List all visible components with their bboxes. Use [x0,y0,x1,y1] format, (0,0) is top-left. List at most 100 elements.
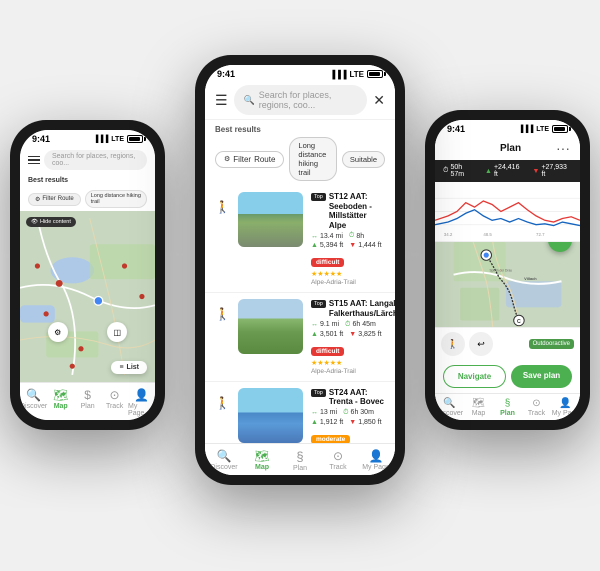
center-battery [367,70,383,78]
center-nav-discover[interactable]: 🔍 Discover [205,449,243,472]
left-nav-map[interactable]: 🗺 Map [47,388,74,417]
outdooractive-badge: Outdooractive [529,339,574,349]
menu-icon[interactable]: ☰ [215,92,228,109]
center-signal: ▐▐▐ [329,70,346,79]
clock-icon-2: ⏱ [345,321,350,329]
left-bottom-icons: ⚙ ◫ [20,322,155,342]
left-nav-plan[interactable]: $ Plan [74,388,101,417]
svg-text:48.5: 48.5 [483,232,492,237]
more-btn[interactable]: ··· [556,140,570,156]
right-discover-icon: 🔍 [443,398,455,409]
center-plan-label: Plan [293,465,307,472]
right-mypage-label: My Page [552,410,580,417]
right-nav-discover[interactable]: 🔍 Discover [435,398,464,417]
list-label: List [127,364,139,371]
trail-thumb-2 [238,299,303,354]
left-nav-discover[interactable]: 🔍 Discover [20,388,47,417]
duration-2: ⏱6h 45m [345,321,376,329]
right-nav-track[interactable]: ⊙ Track [522,398,551,417]
center-suitable-chip[interactable]: Suitable [342,151,385,168]
elev-up-1: ▲5,394 ft [311,242,343,249]
svg-text:Villach: Villach [524,276,537,281]
elev-down-icon-2: ▼ [349,331,356,338]
stars-1: ★★★★★ [311,270,385,278]
mypage-icon: 👤 [134,388,149,402]
left-bottom-nav: 🔍 Discover 🗺 Map $ Plan ⊙ Track [20,382,155,420]
dist-stat-icon: ▲ [485,168,492,175]
left-map: 👁 Hide content ≡ List ⚙ ◫ [20,211,155,382]
layers-icon-btn[interactable]: ◫ [107,322,127,342]
center-lte: LTE [349,70,364,79]
center-nav-plan[interactable]: § Plan [281,449,319,472]
trail-list: 🚶 Top ST12 AAT: Seeboden - Millstätter A… [205,186,395,443]
center-trail-chip[interactable]: Long distance hiking trail [289,137,336,181]
clock-icon-3: ⏱ [343,409,348,417]
trail-item-3[interactable]: 🚶 Top ST24 AAT: Trenta - Bovec ↔13 mi ⏱6… [205,382,395,443]
trail-item-2[interactable]: 🚶 Top ST15 AAT: Langalmtal - Falkerthaus… [205,293,395,381]
right-time: 9:41 [447,124,465,134]
center-filter-btn[interactable]: ⚙ Filter Route [215,151,284,168]
right-bottom-nav: 🔍 Discover 🗺 Map § Plan ⊙ Track [435,393,580,420]
trail-name-2: ST15 AAT: Langalmtal - Falkerthaus/Lärch… [329,299,395,318]
center-header: ☰ 🔍 Search for places, regions, coo... ✕ [205,81,395,120]
svg-text:Spit in der Drau: Spit in der Drau [490,268,513,272]
elev-up-icon: ▲ [311,242,318,249]
left-signal: ▐▐▐ [93,136,108,143]
left-filter-chip[interactable]: ⚙ Filter Route [28,193,81,206]
distance-3: ↔13 mi [311,409,337,417]
trail-elev-2: ▲3,501 ft ▼3,825 ft [311,331,385,338]
arrow-up-icon: ↔ [311,233,318,240]
center-status-icons: ▐▐▐ LTE [329,70,383,79]
left-lte: LTE [111,136,124,143]
left-trail-chip[interactable]: Long distance hiking trail [85,190,147,208]
trail-item[interactable]: 🚶 Top ST12 AAT: Seeboden - Millstätter A… [205,186,395,293]
trail-thumb-3 [238,388,303,443]
hamburger-icon[interactable] [28,156,40,165]
center-nav-track[interactable]: ⊙ Track [319,449,357,472]
right-phone: 9:41 ▐▐▐ LTE Plan ··· ⏱ [425,110,590,430]
center-search[interactable]: 🔍 Search for places, regions, coo... [234,85,368,115]
center-discover-icon: 🔍 [217,449,232,463]
right-stats: ⏱ 50h 57m ▲ +24,416 ft ▼ +27,933 ft [435,160,580,182]
right-nav-map[interactable]: 🗺 Map [464,398,493,417]
hide-content-btn[interactable]: 👁 Hide content [26,217,76,227]
navigate-btn[interactable]: Navigate [443,365,506,388]
save-plan-btn[interactable]: Save plan [511,365,572,388]
eye-icon: 👁 [31,219,38,225]
center-plan-icon: § [296,449,303,464]
left-filter-row: ⚙ Filter Route Long distance hiking trai… [20,187,155,211]
elevation-svg: 34.2 48.5 72.7 [435,182,580,241]
center-best-results: Best results [205,120,395,137]
right-map-svg: B C Villach Spit in der Drau [435,242,580,327]
svg-text:72.7: 72.7 [536,232,545,237]
undo-action-btn[interactable]: ↩ [469,332,493,356]
source-1: Alpe-Adria-Trail [311,279,385,286]
list-btn[interactable]: ≡ List [111,361,147,374]
trail-name-row-2: Top ST15 AAT: Langalmtal - Falkerthaus/L… [311,299,385,318]
right-nav-plan[interactable]: § Plan [493,398,522,417]
elev-up-icon-3: ▲ [311,419,318,426]
svg-text:C: C [517,319,521,325]
right-map: B C Villach Spit in der Drau ↩ ↪ ◫ [435,242,580,327]
discover-label: Discover [20,403,47,410]
close-icon[interactable]: ✕ [373,92,385,109]
trail-info-1: Top ST12 AAT: Seeboden - Millstätter Alp… [311,192,385,286]
map-icon: 🗺 [53,388,68,402]
right-mypage-icon: 👤 [559,398,571,409]
trail-thumb-1 [238,192,303,247]
left-search-bar[interactable]: Search for places, regions, coo... [44,150,147,170]
left-status-bar: 9:41 ▐▐▐ LTE [20,130,155,146]
walk-btn[interactable]: 🚶 [441,332,465,356]
center-nav-mypage[interactable]: 👤 My Page [357,449,395,472]
left-nav-track[interactable]: ⊙ Track [101,388,128,417]
left-map-svg [20,211,155,382]
difficulty-3: moderate [311,435,350,443]
clock-stat-icon: ⏱ [443,167,448,175]
stat-dist-value: +24,416 ft [494,164,525,178]
center-nav-map[interactable]: 🗺 Map [243,449,281,472]
right-nav-mypage[interactable]: 👤 My Page [551,398,580,417]
trail-name-1: ST12 AAT: Seeboden - Millstätter Alpe [329,192,385,230]
settings-icon-btn[interactable]: ⚙ [48,322,68,342]
duration-3: ⏱6h 30m [343,409,374,417]
left-nav-mypage[interactable]: 👤 My Page [128,388,155,417]
